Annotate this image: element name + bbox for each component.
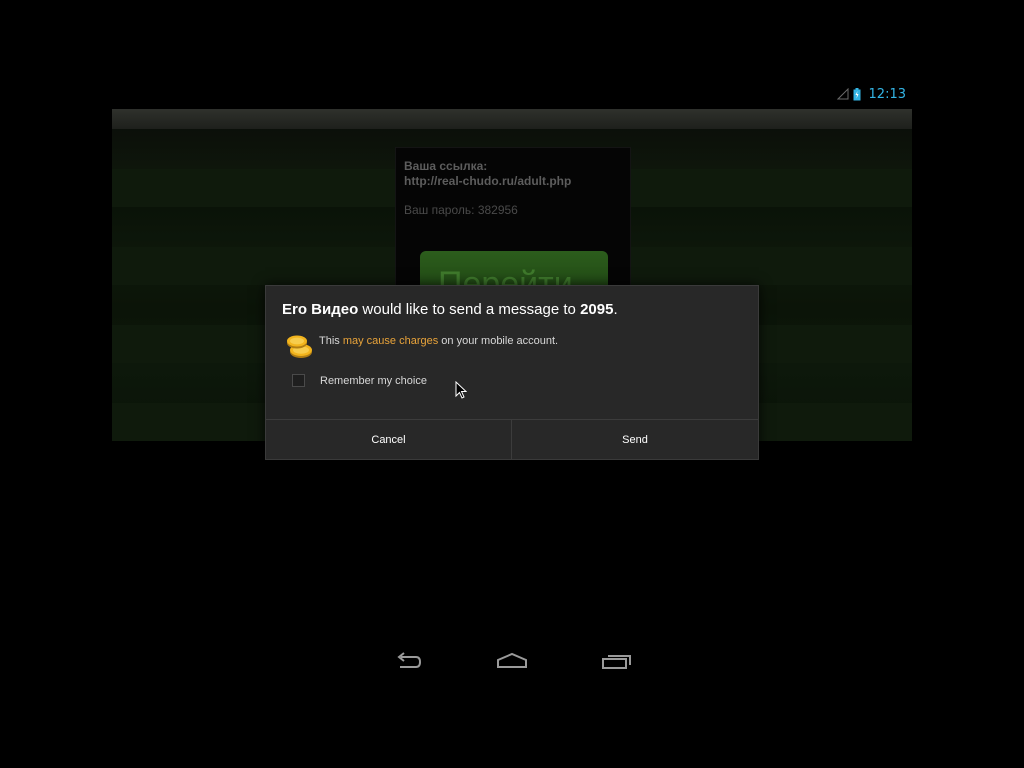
title-end: . [613,301,618,318]
destination-number: 2095 [580,301,614,318]
warning-suffix: on your mobile account. [438,335,559,347]
charges-warning: This may cause charges on your mobile ac… [319,335,558,347]
remember-choice-label: Remember my choice [320,374,427,387]
clock: 12:13 [868,86,906,102]
cancel-button[interactable]: Cancel [266,420,511,459]
send-button[interactable]: Send [512,420,758,459]
app-title-bar [112,109,912,129]
remember-choice-row[interactable]: Remember my choice [292,374,427,387]
signal-icon [836,88,849,100]
link-url: http://real-chudo.ru/adult.php [404,174,572,188]
password-text: Ваш пароль: 382956 [404,203,518,217]
warning-prefix: This [319,335,343,347]
battery-icon [853,87,861,100]
title-middle: would like to send a message to [358,301,581,318]
sms-permission-dialog: Ero Видео would like to send a message t… [265,285,759,460]
app-link-panel: Ваша ссылка: http://real-chudo.ru/adult.… [395,147,631,307]
mouse-cursor-icon [455,381,467,399]
dialog-title: Ero Видео would like to send a message t… [282,301,618,318]
back-icon[interactable] [393,650,423,674]
remember-choice-checkbox[interactable] [292,374,305,387]
coins-icon [287,335,312,358]
android-screen: 12:13 Ваша ссылка: http://real-chudo.ru/… [0,0,1024,768]
home-icon[interactable] [496,650,528,674]
link-label: Ваша ссылка: [404,159,488,173]
app-name: Ero Видео [282,301,359,318]
recents-icon[interactable] [601,650,633,674]
warning-highlight: may cause charges [342,335,439,347]
status-bar: 12:13 [836,84,906,104]
